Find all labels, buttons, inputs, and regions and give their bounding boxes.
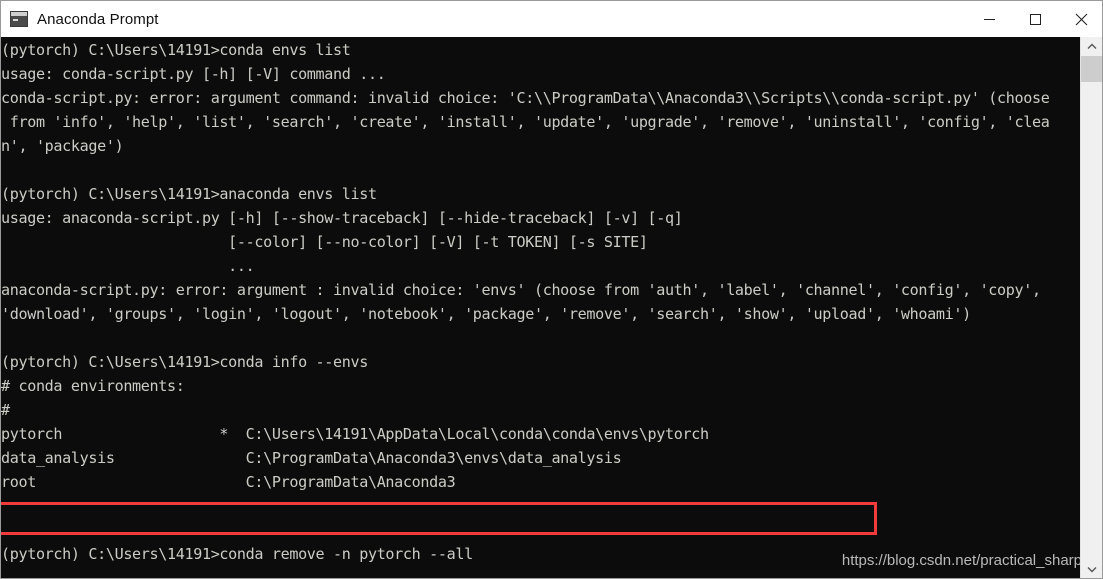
vertical-scrollbar[interactable] [1080, 37, 1102, 578]
close-button[interactable] [1058, 1, 1102, 37]
close-icon [1075, 13, 1087, 25]
terminal-output-area[interactable]: (pytorch) C:\Users\14191>conda envs list… [1, 37, 1102, 578]
window-title: Anaconda Prompt [37, 10, 159, 28]
scrollbar-down-button[interactable] [1081, 560, 1102, 578]
minimize-icon [983, 18, 995, 20]
terminal-text: (pytorch) C:\Users\14191>conda envs list… [1, 41, 1050, 563]
scrollbar-thumb[interactable] [1081, 56, 1102, 82]
title-bar[interactable]: Anaconda Prompt [1, 1, 1102, 37]
window-controls [966, 1, 1102, 37]
chevron-down-icon [1087, 567, 1096, 573]
watermark-text: https://blog.csdn.net/practical_sharp [841, 552, 1082, 569]
maximize-icon [1029, 13, 1041, 25]
anaconda-prompt-window: Anaconda Prompt (pytorch) C:\Users\14191… [0, 0, 1103, 579]
maximize-button[interactable] [1012, 1, 1058, 37]
scrollbar-up-button[interactable] [1081, 37, 1102, 56]
minimize-button[interactable] [966, 1, 1012, 37]
console-window-icon [10, 11, 28, 27]
chevron-up-icon [1087, 43, 1096, 49]
